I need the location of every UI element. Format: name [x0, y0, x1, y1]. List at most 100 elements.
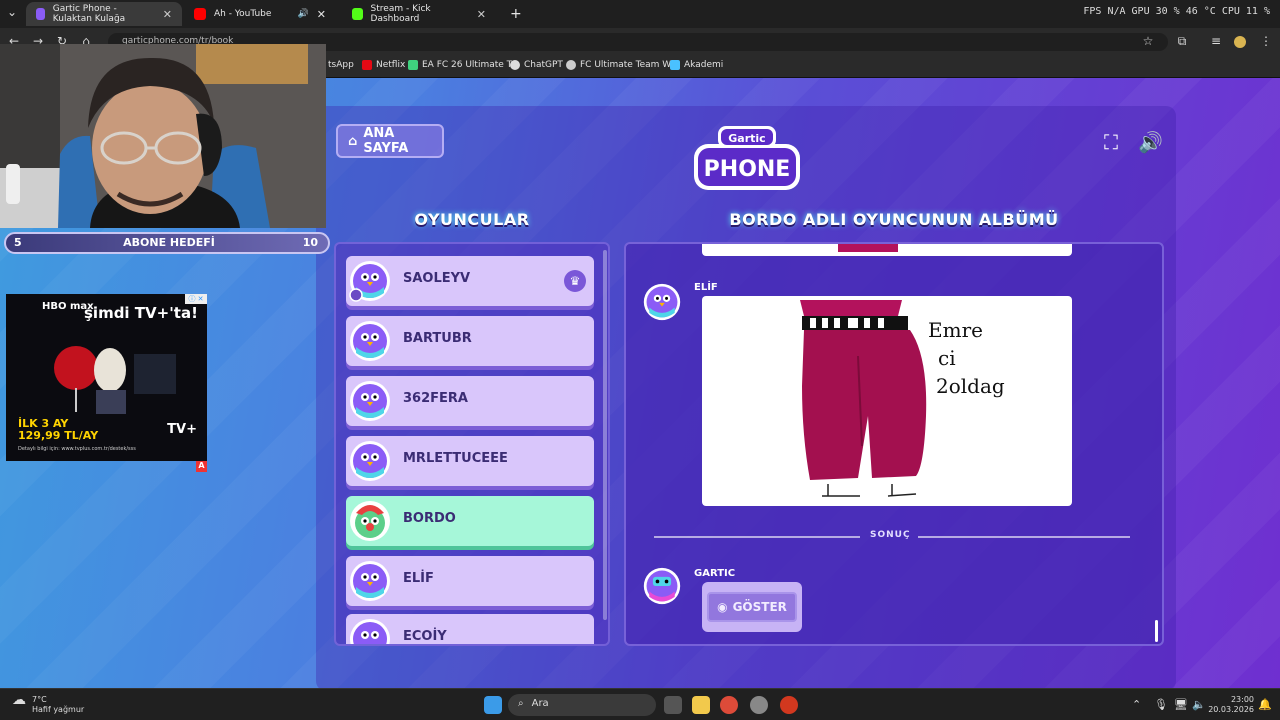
- fullscreen-icon[interactable]: ⛶: [1104, 130, 1118, 154]
- search-icon: ⌕: [518, 698, 524, 709]
- player-row-selected[interactable]: BORDO: [346, 496, 594, 546]
- eye-icon: ◉: [717, 600, 728, 614]
- bookmark-star-icon[interactable]: ☆: [1140, 34, 1156, 48]
- tray-expand-icon[interactable]: ⌃: [1132, 698, 1141, 711]
- divider-right: [918, 536, 1130, 538]
- profile-avatar[interactable]: [1234, 36, 1246, 48]
- taskbar-search[interactable]: ⌕ Ara: [508, 694, 656, 716]
- author-avatar: [643, 283, 681, 321]
- ad-info-icon[interactable]: ⓘ ✕: [185, 294, 207, 304]
- player-row[interactable]: 362FERA: [346, 376, 594, 426]
- bookmark-label: tsApp: [328, 60, 354, 70]
- windows-taskbar: ☁ 7°C Hafif yağmur ⌕ Ara ⌃ 🎙 🖥 🔈 23:00 2…: [0, 688, 1280, 720]
- player-avatar-clown: [350, 501, 390, 541]
- gartic-phone-logo: Gartic PHONE: [694, 126, 800, 190]
- sub-goal-label: ABONE HEDEFİ: [123, 236, 215, 249]
- new-tab-button[interactable]: +: [500, 2, 532, 26]
- kick-favicon-icon: [352, 8, 363, 20]
- menu-dots-icon[interactable]: ⋮: [1258, 34, 1274, 48]
- previous-drawing-strip: [702, 244, 1072, 256]
- tab-search-icon[interactable]: ⌄: [4, 5, 20, 19]
- microphone-icon[interactable]: 🎙: [1154, 698, 1168, 711]
- album-panel: ELİF Emre ci 2oldag SONUÇ GARTIC ◉ GÖSTE…: [624, 242, 1164, 646]
- player-avatar: [350, 619, 390, 644]
- album-title: BORDO ADLI OYUNCUNUN ALBÜMÜ: [729, 210, 1059, 229]
- close-tab-icon[interactable]: ✕: [317, 8, 326, 21]
- task-view-icon[interactable]: [664, 696, 682, 714]
- drawing-handwriting: Emre ci 2oldag: [928, 316, 1038, 400]
- player-avatar: [350, 561, 390, 601]
- youtube-favicon-icon: [194, 8, 206, 20]
- show-button-inner[interactable]: ◉ GÖSTER: [707, 592, 797, 622]
- netflix-icon: [362, 60, 372, 70]
- search-label: Ara: [531, 698, 549, 709]
- tab-gartic-phone[interactable]: Gartic Phone - Kulaktan Kulağa ✕: [26, 2, 182, 26]
- bookmark-whatsapp[interactable]: tsApp: [328, 60, 354, 70]
- bookmark-label: FC Ultimate Team W...: [580, 60, 679, 70]
- file-explorer-icon[interactable]: [692, 696, 710, 714]
- chrome-icon[interactable]: [720, 696, 738, 714]
- player-row[interactable]: ECOİY: [346, 614, 594, 644]
- album-scrollbar[interactable]: [1155, 620, 1158, 642]
- drawing-text-line: ci: [938, 346, 956, 370]
- player-avatar: [350, 381, 390, 421]
- bookmark-label: ChatGPT: [524, 60, 563, 70]
- windows-start-icon[interactable]: [484, 696, 502, 714]
- performance-overlay: FPS N/A GPU 30 % 46 °C CPU 11 %: [1083, 6, 1270, 17]
- tab-youtube[interactable]: Ah - YouTube 🔊 ✕: [184, 2, 336, 26]
- media-icon[interactable]: ≡: [1208, 34, 1224, 48]
- fc-icon: [566, 60, 576, 70]
- sub-goal-target: 10: [302, 236, 318, 249]
- ad-logo2: TV+: [167, 422, 197, 437]
- audio-icon[interactable]: 🔊: [298, 9, 309, 19]
- result-author: GARTIC: [694, 568, 736, 579]
- bookmark-akademi[interactable]: Akademi: [670, 60, 723, 70]
- ad-offer-line2: 129,99 TL/AY: [18, 429, 99, 442]
- tab-kick-dashboard[interactable]: Stream - Kick Dashboard ✕: [342, 2, 496, 26]
- chatgpt-icon: [510, 60, 520, 70]
- players-panel: SAOLEYV ♛ BARTUBR 362FERA MRLETTUCEEE BO…: [334, 242, 610, 646]
- close-tab-icon[interactable]: ✕: [477, 8, 486, 21]
- ad-badge: A: [196, 461, 207, 472]
- extensions-icon[interactable]: ⧉: [1174, 34, 1190, 49]
- player-row[interactable]: SAOLEYV ♛: [346, 256, 594, 306]
- weather-widget[interactable]: ☁ 7°C Hafif yağmur: [12, 693, 84, 715]
- gartic-favicon-icon: [36, 8, 45, 20]
- system-clock[interactable]: 23:00 20.03.2026: [1208, 695, 1254, 715]
- logo-bottom-text: PHONE: [704, 157, 791, 182]
- bookmark-netflix[interactable]: Netflix: [362, 60, 405, 70]
- previous-drawing-fragment: [838, 244, 898, 252]
- clock-time: 23:00: [1230, 695, 1254, 704]
- bookmark-chatgpt[interactable]: ChatGPT: [510, 60, 563, 70]
- volume-icon[interactable]: 🔈: [1192, 698, 1206, 711]
- sound-icon[interactable]: 🔊: [1138, 130, 1163, 154]
- player-name: BORDO: [403, 511, 456, 526]
- show-button[interactable]: ◉ GÖSTER: [702, 582, 802, 632]
- app-icon[interactable]: [780, 696, 798, 714]
- drawing-text-line: 2oldag: [936, 374, 1005, 398]
- crown-icon: ♛: [564, 270, 586, 292]
- player-row[interactable]: MRLETTUCEEE: [346, 436, 594, 486]
- player-name: BARTUBR: [403, 331, 472, 346]
- player-row[interactable]: BARTUBR: [346, 316, 594, 366]
- bookmark-ea-fc[interactable]: EA FC 26 Ultimate T...: [408, 60, 520, 70]
- show-button-label: GÖSTER: [732, 600, 787, 614]
- player-row[interactable]: ELİF: [346, 556, 594, 606]
- notification-icon[interactable]: 🔔: [1258, 698, 1272, 711]
- akademi-icon: [670, 60, 680, 70]
- steam-icon[interactable]: [750, 696, 768, 714]
- player-drawing: Emre ci 2oldag: [702, 296, 1072, 506]
- network-icon[interactable]: 🖥: [1174, 698, 1188, 711]
- advertisement[interactable]: HBO max şimdi TV+'ta! İLK 3 AY 129,99 TL…: [6, 294, 207, 461]
- home-button[interactable]: ⌂ ANA SAYFA: [336, 124, 444, 158]
- divider-left: [654, 536, 860, 538]
- player-avatar: [350, 321, 390, 361]
- ea-icon: [408, 60, 418, 70]
- bookmark-label: Netflix: [376, 60, 406, 70]
- ad-headline: şimdi TV+'ta!: [84, 304, 198, 322]
- bookmark-fc-ultimate[interactable]: FC Ultimate Team W...: [566, 60, 679, 70]
- players-scrollbar[interactable]: [603, 250, 607, 620]
- player-name: 362FERA: [403, 391, 468, 406]
- close-tab-icon[interactable]: ✕: [163, 8, 172, 21]
- webcam-image: [0, 44, 326, 228]
